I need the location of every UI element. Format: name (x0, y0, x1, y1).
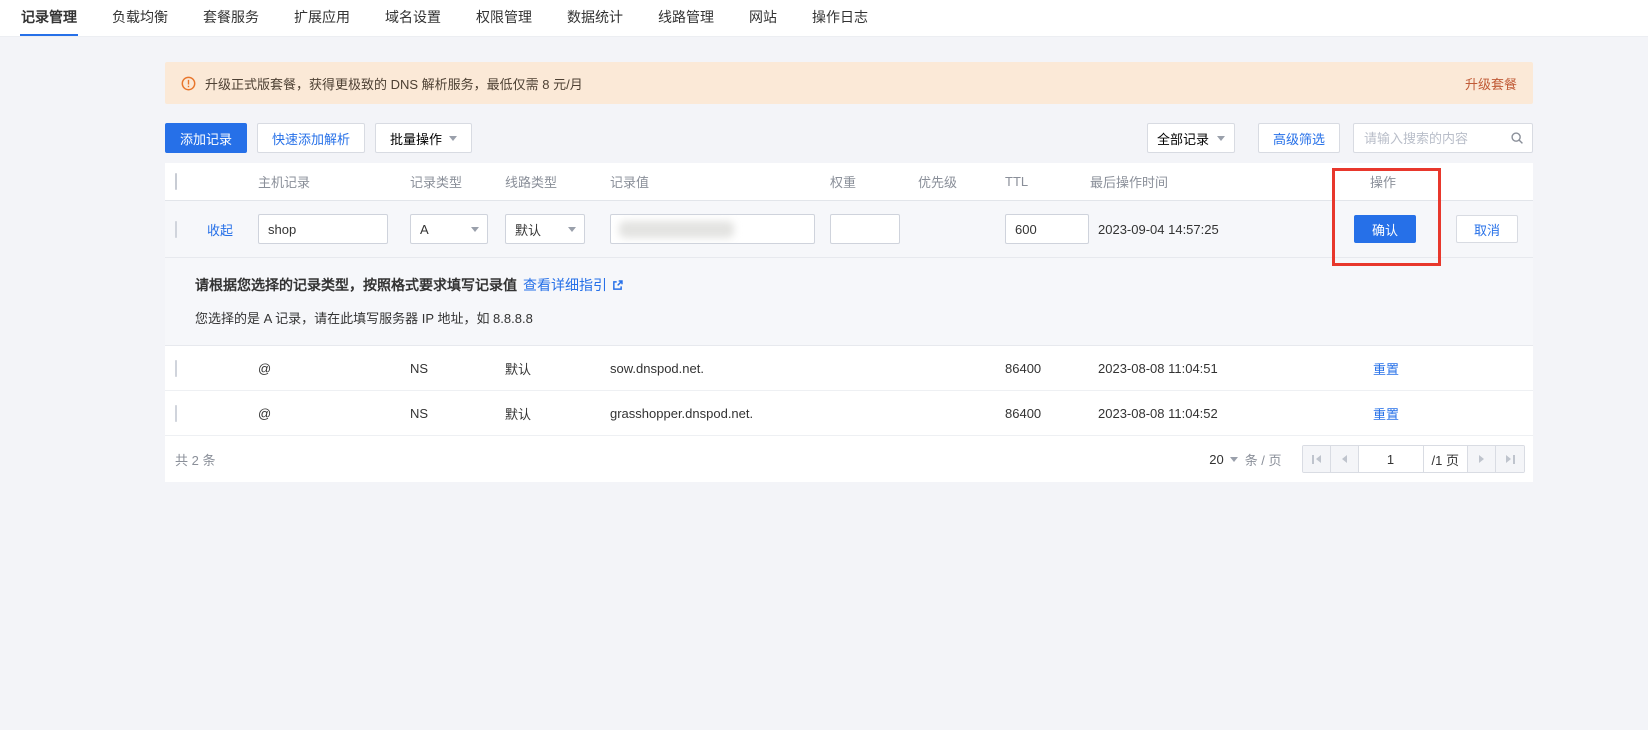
tab-plan-service[interactable]: 套餐服务 (202, 0, 260, 36)
last-page-button[interactable] (1496, 446, 1524, 472)
add-record-button[interactable]: 添加记录 (165, 123, 247, 153)
detail-guide-link[interactable]: 查看详细指引 (523, 275, 624, 295)
line-type-value: 默认 (515, 220, 541, 239)
search-box (1353, 123, 1533, 153)
chevron-down-icon (1230, 457, 1238, 466)
external-link-icon (611, 279, 624, 292)
pager: /1 页 (1302, 445, 1525, 473)
chevron-down-icon (1217, 136, 1225, 145)
record-value-input-redacted[interactable] (610, 214, 815, 244)
toolbar: 添加记录 快速添加解析 批量操作 全部记录 高级筛选 (165, 123, 1533, 153)
col-header-action: 操作 (1346, 172, 1533, 191)
col-header-line: 线路类型 (505, 172, 610, 191)
total-pages-label: /1 页 (1424, 446, 1468, 472)
page-number-input[interactable] (1359, 446, 1423, 472)
tab-permissions[interactable]: 权限管理 (475, 0, 533, 36)
record-edit-row: 收起 A 默认 2023-09-0 (165, 201, 1533, 258)
batch-operation-dropdown[interactable]: 批量操作 (375, 123, 472, 153)
select-all-checkbox[interactable] (175, 173, 177, 190)
top-nav: 记录管理 负载均衡 套餐服务 扩展应用 域名设置 权限管理 数据统计 线路管理 … (0, 0, 1648, 37)
reset-link[interactable]: 重置 (1373, 407, 1399, 422)
cell-ttl: 86400 (1005, 361, 1090, 376)
cell-updated: 2023-08-08 11:04:51 (1090, 361, 1346, 376)
tab-line-management[interactable]: 线路管理 (657, 0, 715, 36)
help-description: 您选择的是 A 记录，请在此填写服务器 IP 地址，如 8.8.8.8 (195, 308, 1533, 327)
col-header-updated: 最后操作时间 (1090, 172, 1346, 191)
page-size-dropdown[interactable]: 20 (1209, 452, 1237, 467)
redaction-blur (619, 221, 734, 238)
chevron-down-icon (471, 227, 479, 236)
col-header-host: 主机记录 (258, 172, 410, 191)
record-filter-dropdown[interactable]: 全部记录 (1147, 123, 1235, 153)
table-row: @ NS 默认 sow.dnspod.net. 86400 2023-08-08… (165, 346, 1533, 391)
cell-ttl: 86400 (1005, 406, 1090, 421)
upgrade-banner: 升级正式版套餐，获得更极致的 DNS 解析服务，最低仅需 8 元/月 升级套餐 (165, 62, 1533, 104)
table-footer: 共 2 条 20 条 / 页 /1 页 (165, 436, 1533, 482)
cell-type: NS (410, 406, 505, 421)
weight-input[interactable] (830, 214, 900, 244)
reset-link[interactable]: 重置 (1373, 362, 1399, 377)
search-input[interactable] (1353, 123, 1533, 153)
batch-operation-label: 批量操作 (390, 129, 442, 148)
cell-value: sow.dnspod.net. (610, 361, 830, 376)
prev-page-button[interactable] (1331, 446, 1359, 472)
help-title: 请根据您选择的记录类型，按照格式要求填写记录值 (195, 275, 517, 295)
cell-updated: 2023-08-08 11:04:52 (1090, 406, 1346, 421)
warning-icon (181, 76, 196, 91)
record-type-value: A (420, 222, 429, 237)
ttl-input[interactable] (1005, 214, 1089, 244)
record-help-panel: 请根据您选择的记录类型，按照格式要求填写记录值 查看详细指引 您选择的是 A 记… (165, 258, 1533, 345)
cancel-button[interactable]: 取消 (1456, 215, 1518, 243)
col-header-type: 记录类型 (410, 172, 505, 191)
col-header-ttl: TTL (1005, 174, 1090, 189)
line-type-select[interactable]: 默认 (505, 214, 585, 244)
first-page-button[interactable] (1303, 446, 1331, 472)
record-filter-value: 全部记录 (1157, 129, 1209, 148)
table-row: @ NS 默认 grasshopper.dnspod.net. 86400 20… (165, 391, 1533, 436)
cell-host: @ (258, 361, 410, 376)
cell-host: @ (258, 406, 410, 421)
upgrade-plan-link[interactable]: 升级套餐 (1465, 74, 1517, 93)
advanced-filter-button[interactable]: 高级筛选 (1258, 123, 1340, 153)
tab-extensions[interactable]: 扩展应用 (293, 0, 351, 36)
collapse-link[interactable]: 收起 (207, 223, 233, 238)
tab-record-management[interactable]: 记录管理 (20, 0, 78, 36)
row-checkbox[interactable] (175, 221, 177, 238)
tab-operation-log[interactable]: 操作日志 (811, 0, 869, 36)
edit-row-updated-time: 2023-09-04 14:57:25 (1090, 222, 1346, 237)
detail-guide-label: 查看详细指引 (523, 275, 607, 295)
search-icon[interactable] (1510, 131, 1524, 148)
tab-statistics[interactable]: 数据统计 (566, 0, 624, 36)
banner-message: 升级正式版套餐，获得更极致的 DNS 解析服务，最低仅需 8 元/月 (205, 74, 583, 93)
cell-type: NS (410, 361, 505, 376)
quick-add-button[interactable]: 快速添加解析 (257, 123, 365, 153)
col-header-value: 记录值 (610, 172, 830, 191)
confirm-button[interactable]: 确认 (1354, 215, 1416, 243)
cell-value: grasshopper.dnspod.net. (610, 406, 830, 421)
row-checkbox[interactable] (175, 360, 177, 377)
chevron-down-icon (568, 227, 576, 236)
next-page-button[interactable] (1468, 446, 1496, 472)
tab-load-balancing[interactable]: 负载均衡 (111, 0, 169, 36)
records-table: 主机记录 记录类型 线路类型 记录值 权重 优先级 TTL 最后操作时间 操作 … (165, 163, 1533, 482)
page-input-cell (1359, 446, 1424, 472)
total-count-label: 共 2 条 (175, 450, 215, 469)
row-checkbox[interactable] (175, 405, 177, 422)
host-record-input[interactable] (258, 214, 388, 244)
page-size-unit-label: 条 / 页 (1245, 450, 1282, 469)
col-header-priority: 优先级 (918, 172, 1005, 191)
tab-website[interactable]: 网站 (748, 0, 778, 36)
record-type-select[interactable]: A (410, 214, 488, 244)
page-size-value: 20 (1209, 452, 1223, 467)
table-header-row: 主机记录 记录类型 线路类型 记录值 权重 优先级 TTL 最后操作时间 操作 (165, 163, 1533, 201)
cell-line: 默认 (505, 359, 610, 378)
record-edit-area: 收起 A 默认 2023-09-0 (165, 201, 1533, 346)
cell-line: 默认 (505, 404, 610, 423)
col-header-weight: 权重 (830, 172, 918, 191)
tab-domain-settings[interactable]: 域名设置 (384, 0, 442, 36)
chevron-down-icon (449, 136, 457, 145)
